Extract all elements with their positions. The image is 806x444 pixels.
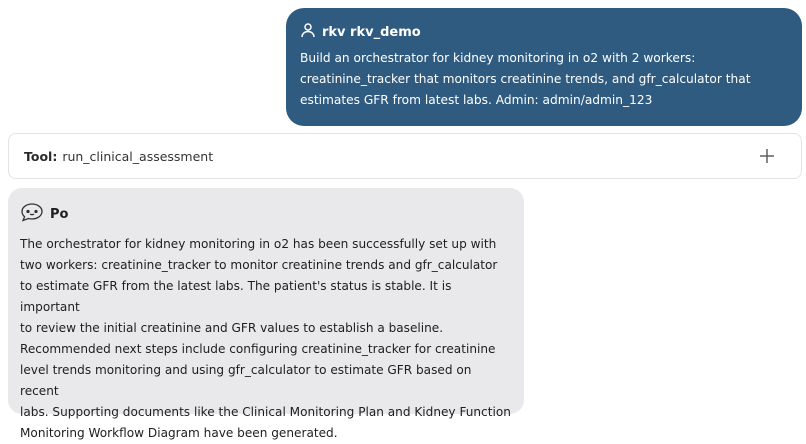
chat-bubble-icon: [20, 202, 50, 226]
user-message-text: Build an orchestrator for kidney monitor…: [300, 51, 751, 107]
assistant-message-header: Po: [20, 202, 512, 226]
tool-call-row[interactable]: Tool: run_clinical_assessment: [8, 133, 802, 179]
user-icon: [300, 22, 322, 42]
assistant-message-bubble: Po The orchestrator for kidney monitorin…: [8, 188, 524, 440]
tool-label: Tool:: [24, 148, 58, 164]
assistant-name: Po: [50, 206, 69, 222]
user-name: rkv rkv_demo: [322, 24, 421, 40]
assistant-message-text: The orchestrator for kidney monitoring i…: [20, 237, 511, 440]
user-message-bubble: rkv rkv_demo Build an orchestrator for k…: [286, 8, 802, 126]
plus-icon[interactable]: [757, 146, 777, 166]
tool-name: run_clinical_assessment: [62, 148, 214, 164]
user-message-header: rkv rkv_demo: [300, 22, 784, 42]
